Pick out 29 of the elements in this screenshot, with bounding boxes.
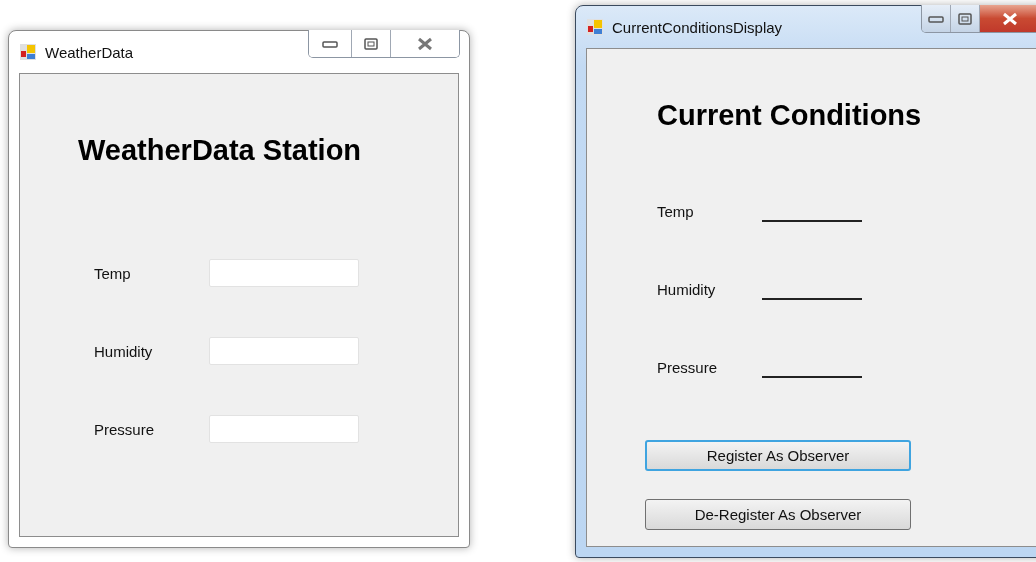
minimize-button[interactable]	[922, 5, 950, 32]
close-button[interactable]	[390, 30, 459, 57]
maximize-icon	[364, 37, 378, 50]
field-label: Pressure	[657, 358, 719, 376]
minimize-icon	[928, 14, 944, 23]
observer-button[interactable]: De-Register As Observer	[645, 499, 911, 530]
form-heading: Current Conditions	[657, 99, 923, 132]
field-label: Temp	[657, 202, 695, 220]
input-field[interactable]	[209, 415, 359, 443]
close-icon	[1002, 11, 1018, 26]
minimize-button[interactable]	[309, 30, 351, 57]
input-field[interactable]	[209, 337, 359, 365]
minimize-icon	[322, 39, 338, 48]
maximize-icon	[958, 12, 972, 25]
observer-button[interactable]: Register As Observer	[645, 440, 911, 471]
maximize-button[interactable]	[351, 30, 390, 57]
field-label: Humidity	[657, 280, 717, 298]
field-label: Pressure	[94, 420, 156, 438]
close-icon	[417, 36, 433, 51]
field-label: Temp	[94, 264, 132, 282]
window-title: WeatherData	[45, 43, 134, 61]
maximize-button[interactable]	[950, 5, 979, 32]
input-field[interactable]	[209, 259, 359, 287]
window-title: CurrentConditionsDisplay	[612, 18, 783, 36]
close-button[interactable]	[979, 5, 1036, 32]
app-icon	[19, 43, 37, 61]
app-icon	[586, 18, 604, 36]
field-label: Humidity	[94, 342, 154, 360]
form-heading: WeatherData Station	[78, 134, 363, 167]
